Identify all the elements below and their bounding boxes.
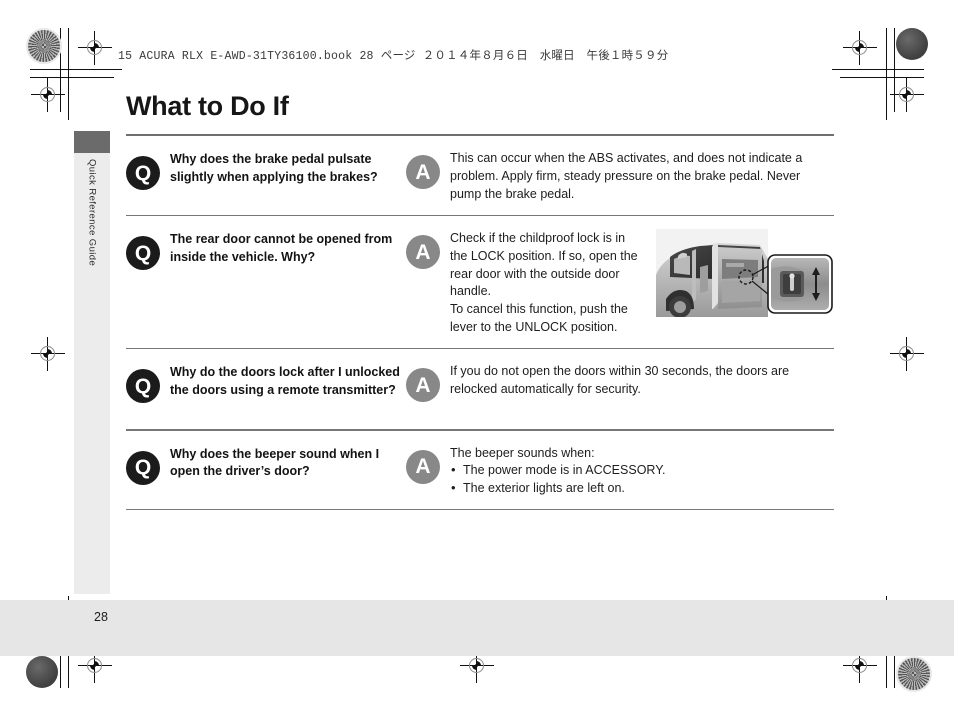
- registration-target-icon: [890, 78, 924, 112]
- question-badge-icon: Q: [126, 450, 160, 485]
- answer-column: A This can occur when the ABS activates,…: [406, 147, 834, 203]
- crop-mark-line: [30, 77, 114, 78]
- page-title: What to Do If: [126, 91, 289, 121]
- question-column: Q Why do the doors lock after I unlocked…: [126, 360, 406, 404]
- print-job-header: 15 ACURA RLX E-AWD-31TY36100.book 28 ページ…: [118, 50, 669, 63]
- color-registration-ball: [26, 656, 58, 688]
- registration-target-icon: [31, 337, 65, 371]
- question-text: The rear door cannot be opened from insi…: [170, 232, 393, 264]
- qa-row: Q Why do the doors lock after I unlocked…: [126, 349, 834, 429]
- main-content: What to Do If Q Why does the brake pedal…: [126, 91, 834, 511]
- childproof-lock-illustration: [656, 229, 833, 319]
- answer-paragraph: Check if the childproof lock is in the L…: [450, 231, 638, 299]
- answer-text: This can occur when the ABS activates, a…: [450, 147, 834, 203]
- crop-mark-line: [30, 69, 122, 70]
- thumb-tab-label-wrap: Quick Reference Guide: [74, 159, 110, 359]
- thumb-tab-label: Quick Reference Guide: [86, 159, 98, 267]
- childproof-lock-figure: [656, 229, 834, 319]
- crop-mark-line: [840, 77, 924, 78]
- answer-badge-icon: A: [406, 449, 440, 484]
- crop-mark-line: [68, 28, 69, 120]
- crop-mark-line: [886, 28, 887, 120]
- question-text: Why do the doors lock after I unlocked t…: [170, 365, 400, 397]
- color-registration-ball: [26, 28, 62, 64]
- color-registration-ball: [896, 656, 932, 692]
- answer-paragraph: This can occur when the ABS activates, a…: [450, 151, 803, 201]
- qa-row: Q Why does the brake pedal pulsate sligh…: [126, 136, 834, 214]
- answer-paragraph: If you do not open the doors within 30 s…: [450, 364, 790, 396]
- answer-text: Check if the childproof lock is in the L…: [450, 227, 644, 337]
- question-text: Why does the brake pedal pulsate slightl…: [170, 152, 378, 185]
- crop-mark-line: [894, 28, 895, 112]
- answer-bullet-item: The power mode is in ACCESSORY.: [450, 461, 834, 480]
- registration-target-icon: [78, 31, 112, 65]
- footer-band: [0, 600, 954, 656]
- qa-row: Q Why does the beeper sound when I open …: [126, 431, 834, 509]
- thumb-tab-marker: [74, 131, 110, 153]
- question-column: Q Why does the brake pedal pulsate sligh…: [126, 147, 406, 191]
- registration-target-icon: [31, 78, 65, 112]
- crop-mark-line: [832, 69, 924, 70]
- registration-target-icon: [843, 31, 877, 65]
- question-badge-icon: Q: [126, 156, 160, 191]
- question-text: Why does the beeper sound when I open th…: [170, 446, 380, 479]
- answer-column: A Check if the childproof lock is in the…: [406, 227, 834, 337]
- question-badge-icon: Q: [126, 369, 160, 404]
- question-column: Q Why does the beeper sound when I open …: [126, 442, 406, 485]
- answer-text: If you do not open the doors within 30 s…: [450, 360, 834, 399]
- answer-column: A If you do not open the doors within 30…: [406, 360, 834, 403]
- chapter-thumb-tab: Quick Reference Guide: [74, 131, 110, 594]
- qa-row: Q The rear door cannot be opened from in…: [126, 216, 834, 348]
- answer-bullet-list: The power mode is in ACCESSORY. The exte…: [450, 461, 834, 498]
- answer-paragraph: To cancel this function, push the lever …: [450, 302, 628, 334]
- answer-badge-icon: A: [406, 155, 440, 190]
- registration-target-icon: [890, 337, 924, 371]
- section-divider: [126, 508, 834, 511]
- page-number: 28: [94, 610, 108, 624]
- answer-bullet-item: The exterior lights are left on.: [450, 479, 834, 498]
- answer-badge-icon: A: [406, 368, 440, 403]
- color-registration-ball: [896, 28, 928, 60]
- question-column: Q The rear door cannot be opened from in…: [126, 227, 406, 271]
- answer-column: A The beeper sounds when: The power mode…: [406, 442, 834, 498]
- question-badge-icon: Q: [126, 236, 160, 271]
- crop-mark-line: [60, 28, 61, 112]
- answer-badge-icon: A: [406, 235, 440, 270]
- answer-text: The beeper sounds when: The power mode i…: [450, 442, 834, 498]
- answer-paragraph: The beeper sounds when:: [450, 445, 595, 460]
- page-canvas: 15 ACURA RLX E-AWD-31TY36100.book 28 ページ…: [0, 0, 954, 718]
